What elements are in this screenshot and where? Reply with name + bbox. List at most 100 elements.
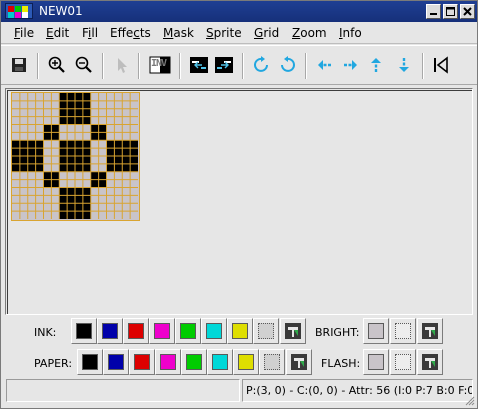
paper-label: PAPER: [34, 357, 73, 370]
toolbar-separator [242, 53, 244, 79]
toolbar-separator [138, 53, 140, 79]
invert-label: INV [151, 58, 167, 69]
shift-right-icon [344, 60, 357, 70]
rotate-clockwise-button[interactable] [251, 54, 273, 76]
ink-color-swatch [76, 323, 92, 339]
ink-color-button-0[interactable] [71, 318, 97, 344]
minimize-button[interactable] [426, 4, 441, 19]
pointer-icon [118, 58, 127, 73]
zoom-in-button[interactable] [46, 54, 68, 76]
paper-transparent-button[interactable] [286, 349, 312, 375]
bright-on-swatch [368, 323, 384, 339]
pointer-button[interactable] [111, 54, 133, 76]
paper-color-button-2[interactable] [129, 349, 155, 375]
transparent-icon [422, 323, 438, 339]
window-title: NEW01 [39, 4, 83, 18]
shift-right-button[interactable] [339, 54, 361, 76]
menu-edit[interactable]: Edit [46, 26, 69, 40]
flash-off-button[interactable] [390, 349, 416, 375]
zoom-in-icon [48, 56, 65, 73]
minimize-icon [430, 13, 437, 15]
swap-left-button[interactable] [188, 54, 210, 76]
menu-effects[interactable]: Effects [110, 26, 151, 40]
paper-color-swatch [264, 354, 280, 370]
bright-off-swatch [395, 323, 411, 339]
app-icon [5, 3, 33, 19]
bright-off-button[interactable] [390, 318, 416, 344]
zoom-out-icon [75, 56, 92, 73]
menu-zoom[interactable]: Zoom [292, 26, 327, 40]
menu-file[interactable]: File [14, 26, 34, 40]
paper-color-button-0[interactable] [77, 349, 103, 375]
flip-button[interactable] [430, 54, 452, 76]
flash-transparent-button[interactable] [417, 349, 443, 375]
ink-color-button-4[interactable] [175, 318, 201, 344]
paper-color-button-3[interactable] [155, 349, 181, 375]
menu-bar: File Edit Fill Effects Mask Sprite Grid … [1, 22, 477, 44]
ink-color-button-7[interactable] [253, 318, 279, 344]
save-button[interactable] [8, 54, 30, 76]
flash-label: FLASH: [321, 357, 361, 370]
bright-transparent-button[interactable] [417, 318, 443, 344]
rotate-counterclockwise-icon [281, 56, 295, 72]
paper-color-swatch [82, 354, 98, 370]
ink-color-button-6[interactable] [227, 318, 253, 344]
swap-right-button[interactable] [213, 54, 235, 76]
toolbar-separator [305, 53, 307, 79]
menu-info[interactable]: Info [339, 26, 362, 40]
close-icon [463, 7, 472, 16]
ink-color-button-5[interactable] [201, 318, 227, 344]
close-button[interactable] [460, 4, 475, 19]
flash-on-swatch [368, 354, 384, 370]
ink-color-button-1[interactable] [97, 318, 123, 344]
menu-sprite[interactable]: Sprite [206, 26, 242, 40]
ink-color-swatch [258, 323, 274, 339]
paper-color-button-5[interactable] [207, 349, 233, 375]
toolbar-separator [102, 53, 104, 79]
shift-down-icon [399, 58, 409, 72]
status-bar-left [6, 379, 240, 402]
invert-button[interactable]: INV [148, 54, 172, 76]
paper-color-button-6[interactable] [233, 349, 259, 375]
menu-grid[interactable]: Grid [254, 26, 279, 40]
toolbar-separator [179, 53, 181, 79]
menu-mask[interactable]: Mask [163, 26, 194, 40]
ink-color-swatch [154, 323, 170, 339]
flash-off-swatch [395, 354, 411, 370]
paper-color-button-7[interactable] [259, 349, 285, 375]
shift-down-button[interactable] [393, 54, 415, 76]
shift-left-icon [318, 60, 331, 70]
shift-up-button[interactable] [365, 54, 387, 76]
ink-label: INK: [34, 326, 57, 339]
rotate-counterclockwise-button[interactable] [276, 54, 298, 76]
ink-color-button-2[interactable] [123, 318, 149, 344]
save-icon [12, 58, 26, 72]
rotate-clockwise-icon [254, 56, 268, 72]
paper-color-swatch [134, 354, 150, 370]
ink-color-button-3[interactable] [149, 318, 175, 344]
resize-grip-icon[interactable] [463, 394, 475, 406]
flash-on-button[interactable] [363, 349, 389, 375]
paper-color-swatch [108, 354, 124, 370]
maximize-button[interactable] [443, 4, 458, 19]
title-bar[interactable]: NEW01 [1, 1, 477, 22]
shift-left-button[interactable] [314, 54, 336, 76]
menu-fill[interactable]: Fill [82, 26, 98, 40]
sprite-pixel-grid[interactable] [11, 92, 140, 221]
paper-color-button-4[interactable] [181, 349, 207, 375]
ink-transparent-button[interactable] [280, 318, 306, 344]
application-window: NEW01 File Edit Fill Effects Mask Sprite… [0, 0, 478, 409]
shift-up-icon [371, 58, 381, 72]
toolbar-separator [422, 53, 424, 79]
status-position: P:(3, 0) - C:(0, 0) - Attr: 56 (I:0 P:7 … [246, 384, 473, 397]
ink-color-swatch [232, 323, 248, 339]
zoom-out-button[interactable] [73, 54, 95, 76]
paper-color-button-1[interactable] [103, 349, 129, 375]
ink-color-swatch [102, 323, 118, 339]
bright-on-button[interactable] [363, 318, 389, 344]
paper-color-swatch [238, 354, 254, 370]
swap-left-icon [190, 57, 208, 73]
ink-color-swatch [206, 323, 222, 339]
ink-color-swatch [128, 323, 144, 339]
transparent-icon [422, 354, 438, 370]
